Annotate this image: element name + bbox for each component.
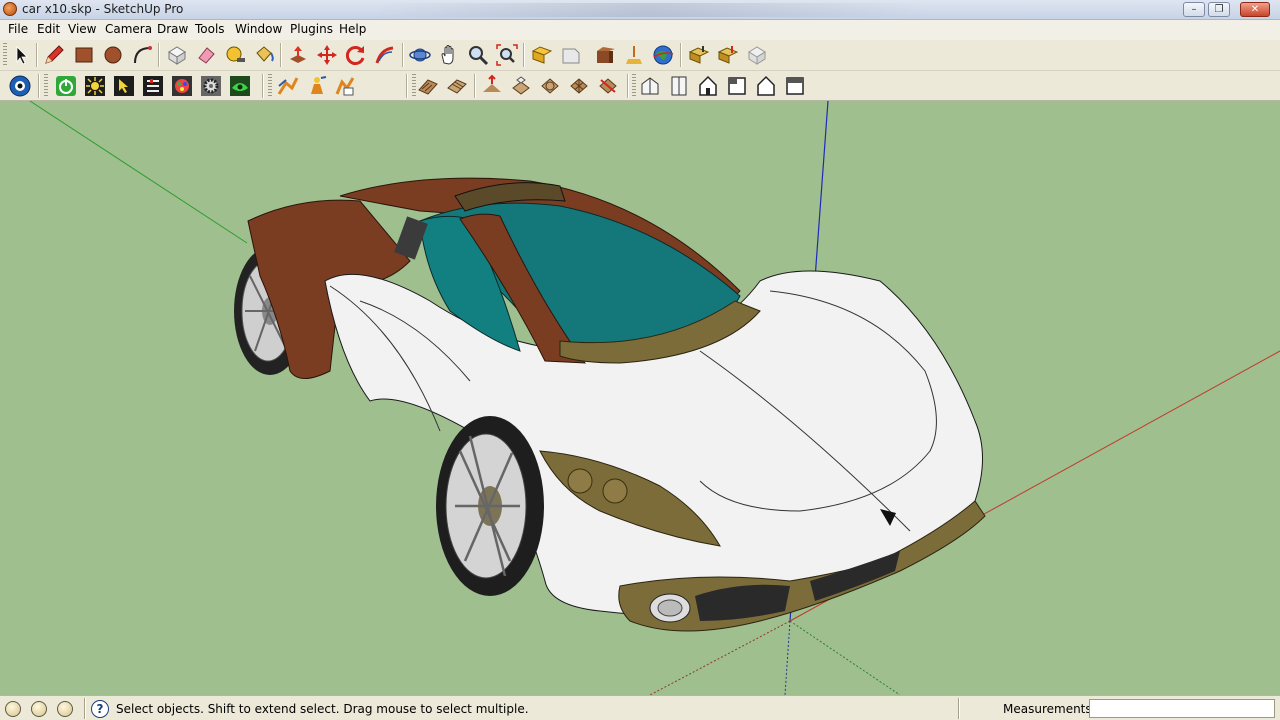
menu-view[interactable]: View — [68, 22, 96, 36]
sketchup-logo-icon — [3, 2, 17, 16]
rectangle-icon[interactable] — [72, 43, 96, 67]
model-viewport[interactable] — [0, 101, 1280, 695]
zoom-icon[interactable] — [466, 43, 490, 67]
minimize-button[interactable]: – — [1183, 2, 1205, 17]
options-icon[interactable] — [141, 74, 165, 98]
plugin-script-icon[interactable] — [333, 74, 357, 98]
get-models-icon[interactable] — [530, 43, 554, 67]
measurements-input[interactable] — [1089, 699, 1275, 718]
tape-measure-icon[interactable] — [223, 43, 247, 67]
user-icon[interactable] — [57, 701, 73, 717]
title-bar: car x10.skp - SketchUp Pro – ❐ ✕ — [0, 0, 1280, 20]
sun-icon[interactable] — [83, 74, 107, 98]
get-components-icon[interactable] — [687, 43, 711, 67]
arc-icon[interactable] — [130, 43, 154, 67]
smoove-icon[interactable] — [480, 74, 504, 98]
right-view-icon[interactable] — [725, 74, 749, 98]
main-toolbar — [0, 40, 1280, 71]
menu-file[interactable]: File — [8, 22, 28, 36]
drape-icon[interactable] — [538, 74, 562, 98]
rotate-icon[interactable] — [344, 43, 368, 67]
credits-icon[interactable] — [31, 701, 47, 717]
toolbar-grip[interactable] — [3, 43, 7, 67]
pencil-icon[interactable] — [42, 43, 66, 67]
sandbox-from-scratch-icon[interactable] — [445, 74, 469, 98]
title-bar-background — [370, 3, 930, 17]
add-detail-icon[interactable] — [567, 74, 591, 98]
palette-icon[interactable] — [170, 74, 194, 98]
power-icon[interactable] — [54, 74, 78, 98]
car-model-scene[interactable] — [0, 101, 1280, 695]
car-model[interactable] — [234, 177, 986, 632]
flip-edge-icon[interactable] — [596, 74, 620, 98]
menu-plugins[interactable]: Plugins — [290, 22, 333, 36]
move-icon[interactable] — [315, 43, 339, 67]
menu-tools[interactable]: Tools — [195, 22, 225, 36]
standard-views-icon[interactable] — [8, 74, 32, 98]
plugin-arrow-icon[interactable] — [276, 74, 300, 98]
back-view-icon[interactable] — [754, 74, 778, 98]
zoom-extents-icon[interactable] — [495, 43, 519, 67]
left-view-icon[interactable] — [783, 74, 807, 98]
front-view-icon[interactable] — [696, 74, 720, 98]
menu-edit[interactable]: Edit — [37, 22, 60, 36]
geo-location-icon[interactable] — [5, 701, 21, 717]
toolbar-grip-2[interactable] — [44, 74, 48, 98]
stamp-icon[interactable] — [509, 74, 533, 98]
follow-me-icon[interactable] — [373, 43, 397, 67]
help-icon[interactable]: ? — [91, 700, 109, 718]
status-bar: ? Select objects. Shift to extend select… — [0, 695, 1280, 720]
menu-draw[interactable]: Draw — [157, 22, 188, 36]
orbit-icon[interactable] — [408, 43, 432, 67]
eraser-icon[interactable] — [194, 43, 218, 67]
share-component-icon[interactable] — [716, 43, 740, 67]
close-button[interactable]: ✕ — [1240, 2, 1270, 17]
menu-camera[interactable]: Camera — [105, 22, 152, 36]
paint-bucket-icon[interactable] — [252, 43, 276, 67]
top-view-icon[interactable] — [667, 74, 691, 98]
gear-icon[interactable] — [199, 74, 223, 98]
menu-bar: File Edit View Camera Draw Tools Window … — [0, 20, 1280, 40]
measurements-label: Measurements — [1003, 702, 1092, 716]
iso-view-icon[interactable] — [638, 74, 662, 98]
window-title: car x10.skp - SketchUp Pro — [22, 2, 184, 16]
sketchup-window: car x10.skp - SketchUp Pro – ❐ ✕ File Ed… — [0, 0, 1280, 720]
plugin-figure-icon[interactable] — [305, 74, 329, 98]
secondary-toolbar — [0, 71, 1280, 101]
make-component-icon[interactable] — [165, 43, 189, 67]
menu-help[interactable]: Help — [339, 22, 366, 36]
pan-icon[interactable] — [437, 43, 461, 67]
cursor-light-icon[interactable] — [112, 74, 136, 98]
menu-window[interactable]: Window — [235, 22, 282, 36]
add-location-icon[interactable] — [593, 43, 617, 67]
toolbar-grip-3[interactable] — [268, 74, 272, 98]
select-tool-icon[interactable] — [9, 43, 33, 67]
maximize-button[interactable]: ❐ — [1208, 2, 1230, 17]
status-message: Select objects. Shift to extend select. … — [116, 702, 529, 716]
layout-icon[interactable] — [745, 43, 769, 67]
google-earth-icon[interactable] — [651, 43, 675, 67]
toggle-terrain-icon[interactable] — [622, 43, 646, 67]
push-pull-icon[interactable] — [286, 43, 310, 67]
render-icon[interactable] — [228, 74, 252, 98]
circle-icon[interactable] — [101, 43, 125, 67]
share-model-icon[interactable] — [559, 43, 583, 67]
green-axis — [29, 101, 248, 244]
toolbar-grip-5[interactable] — [632, 74, 636, 98]
sandbox-from-contours-icon[interactable] — [416, 74, 440, 98]
